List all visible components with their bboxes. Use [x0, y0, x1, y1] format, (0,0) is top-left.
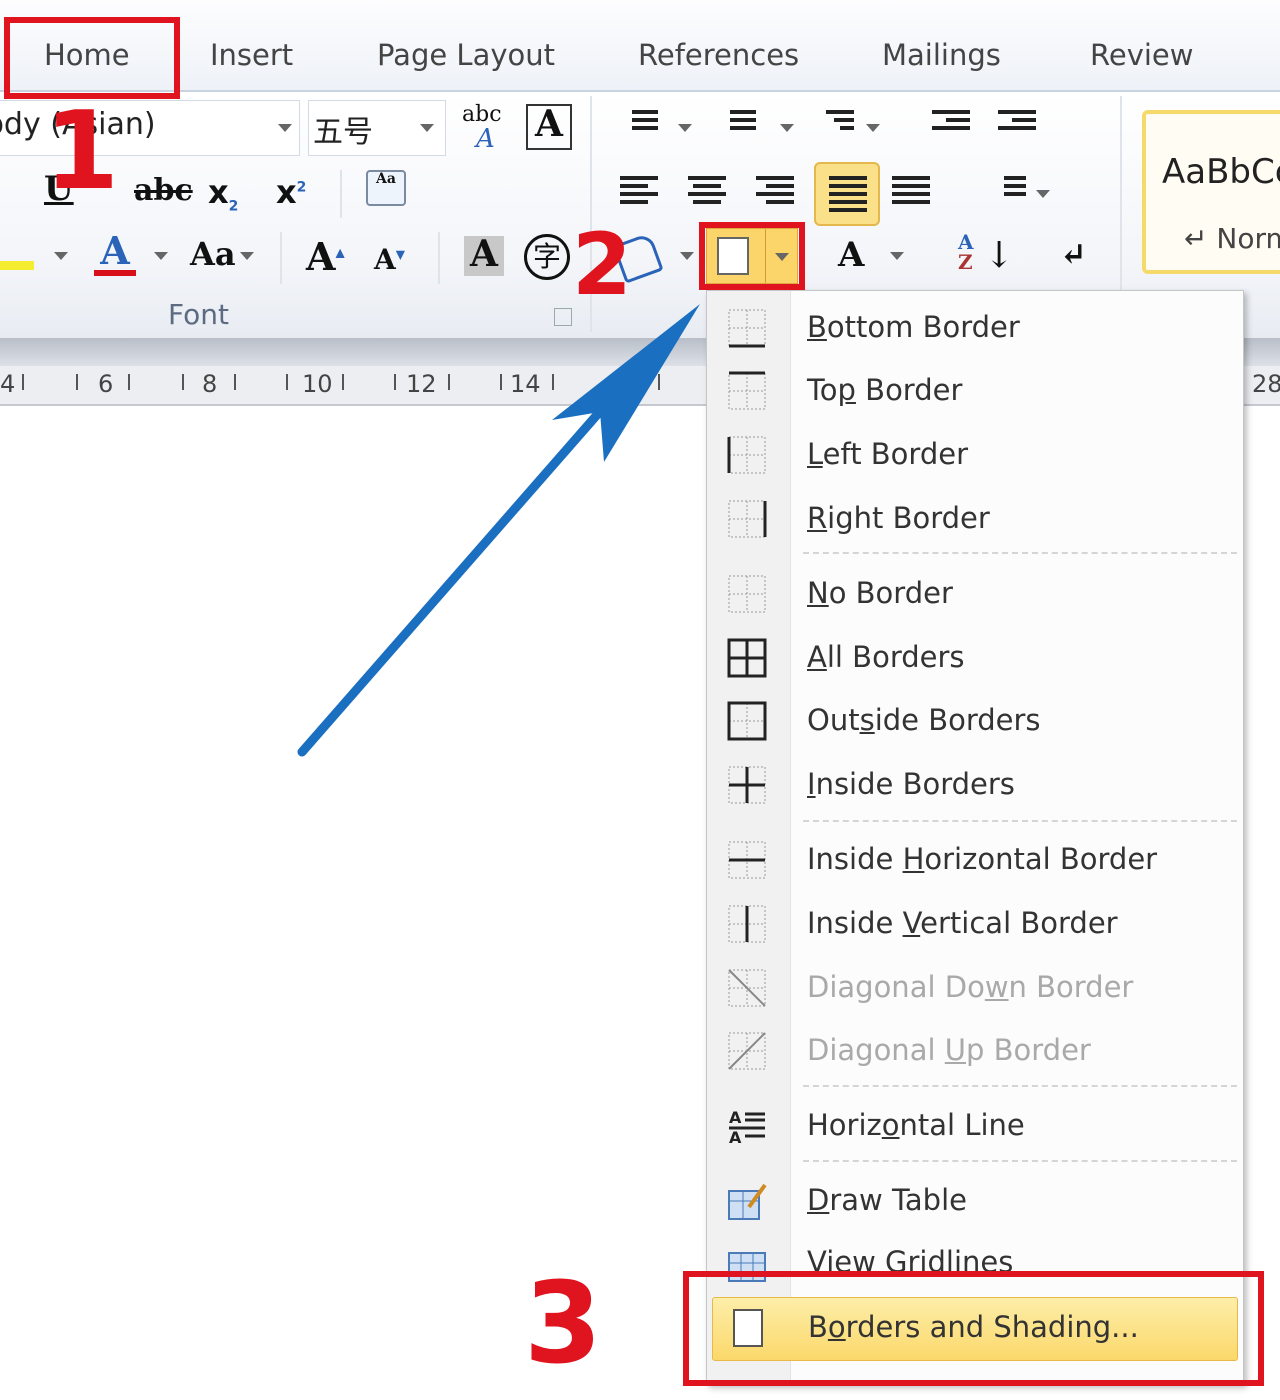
- arrow-shaft: [297, 395, 615, 757]
- annotation-arrow: [297, 304, 700, 757]
